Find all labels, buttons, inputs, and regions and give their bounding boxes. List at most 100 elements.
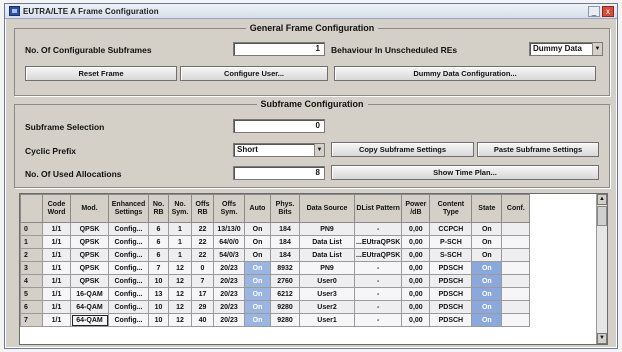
show-time-plan-button[interactable]: Show Time Plan...: [331, 165, 599, 180]
cell-num-sym[interactable]: 1: [168, 235, 192, 249]
cell-data-source[interactable]: User3: [299, 287, 355, 301]
cell-content-type[interactable]: P-SCH: [429, 235, 473, 249]
cell-state[interactable]: On: [471, 248, 503, 262]
cell-auto[interactable]: On: [244, 287, 271, 301]
cell-power[interactable]: 0,00: [401, 313, 431, 327]
cell-content-type[interactable]: PDSCH: [429, 261, 473, 275]
cell-code-word[interactable]: 1/1: [42, 222, 71, 236]
cell-conf[interactable]: [501, 222, 531, 236]
copy-subframe-button[interactable]: Copy Subframe Settings: [331, 142, 474, 157]
cell-num-rb[interactable]: 10: [148, 300, 169, 314]
cell-power[interactable]: 0,00: [401, 222, 431, 236]
behaviour-select[interactable]: Dummy Data ▼: [529, 42, 603, 56]
cell-content-type[interactable]: PDSCH: [429, 300, 473, 314]
cell-data-source[interactable]: User2: [299, 300, 355, 314]
cell-offs-rb[interactable]: 29: [191, 300, 214, 314]
configure-user-button[interactable]: Configure User...: [180, 66, 328, 81]
cell-data-source[interactable]: User0: [299, 274, 355, 288]
cell-offs-rb[interactable]: 17: [191, 287, 214, 301]
subframe-selection-field[interactable]: 0: [233, 119, 325, 133]
cell-num-sym[interactable]: 1: [168, 222, 192, 236]
table-row[interactable]: 6 1/1 64-QAM Config... 10 12 29 20/23 On 9280 User…: [20, 300, 531, 314]
cell-power[interactable]: 0,00: [401, 235, 431, 249]
cell-content-type[interactable]: PDSCH: [429, 274, 473, 288]
cell-offs-rb[interactable]: 22: [191, 222, 214, 236]
cell-phys-bits[interactable]: 8932: [270, 261, 300, 275]
cell-data-source[interactable]: User1: [299, 313, 355, 327]
cell-num-rb[interactable]: 6: [148, 222, 169, 236]
table-row[interactable]: 4 1/1 QPSK Config... 10 12 7 20/23 On 2760 User0-0…: [20, 274, 531, 288]
cell-auto[interactable]: On: [244, 222, 271, 236]
cell-auto[interactable]: On: [244, 313, 271, 327]
minimize-button[interactable]: _: [588, 6, 600, 17]
cell-data-source[interactable]: PN9: [299, 222, 355, 236]
cell-conf[interactable]: [501, 287, 531, 301]
cell-offs-sym[interactable]: 64/0/0: [213, 235, 245, 249]
cell-state[interactable]: On: [471, 222, 503, 236]
cell-num-sym[interactable]: 1: [168, 248, 192, 262]
used-allocations-field[interactable]: 8: [233, 166, 325, 180]
cell-num-sym[interactable]: 12: [168, 287, 192, 301]
cell-state[interactable]: On: [471, 287, 503, 301]
cell-modulation[interactable]: QPSK: [70, 274, 109, 288]
scroll-up-icon[interactable]: ▲: [597, 194, 607, 205]
cell-enhanced-settings[interactable]: Config...: [108, 248, 149, 262]
cell-auto[interactable]: On: [244, 261, 271, 275]
cyclic-prefix-select[interactable]: Short ▼: [233, 143, 325, 157]
cell-state[interactable]: On: [471, 300, 503, 314]
cell-conf[interactable]: [501, 261, 531, 275]
cell-num-sym[interactable]: 12: [168, 300, 192, 314]
cell-phys-bits[interactable]: 2760: [270, 274, 300, 288]
cell-auto[interactable]: On: [244, 248, 271, 262]
cell-enhanced-settings[interactable]: Config...: [108, 313, 149, 327]
cell-conf[interactable]: [501, 248, 531, 262]
cell-offs-sym[interactable]: 20/23: [213, 274, 245, 288]
cell-dlist-pattern[interactable]: -: [353, 261, 403, 275]
cell-offs-rb[interactable]: 40: [191, 313, 214, 327]
cell-modulation[interactable]: QPSK: [70, 222, 109, 236]
cell-num-rb[interactable]: 6: [148, 235, 169, 249]
cell-auto[interactable]: On: [244, 274, 271, 288]
cell-offs-sym[interactable]: 54/0/3: [213, 248, 245, 262]
cell-num-sym[interactable]: 12: [168, 274, 192, 288]
table-row[interactable]: 1 1/1 QPSK Config... 6 1 22 64/0/0 On 184 Data Lis…: [20, 235, 531, 249]
cell-offs-rb[interactable]: 7: [191, 274, 214, 288]
cell-conf[interactable]: [501, 300, 531, 314]
table-row[interactable]: 0 1/1 QPSK Config... 6 1 22 13/13/0 On 184 PN9-0,0…: [20, 222, 531, 236]
cell-dlist-pattern[interactable]: -: [353, 287, 403, 301]
paste-subframe-button[interactable]: Paste Subframe Settings: [477, 142, 599, 157]
cell-auto[interactable]: On: [244, 235, 271, 249]
cell-data-source[interactable]: Data List: [299, 235, 355, 249]
cell-offs-rb[interactable]: 0: [191, 261, 214, 275]
table-row[interactable]: 7 1/1 64-QAM Config... 10 12 40 20/23 On 9280 User…: [20, 313, 531, 327]
cell-power[interactable]: 0,00: [401, 274, 431, 288]
cell-modulation[interactable]: 64-QAM: [70, 313, 109, 327]
cell-num-rb[interactable]: 10: [148, 313, 169, 327]
cell-modulation[interactable]: 64-QAM: [70, 300, 109, 314]
cell-num-rb[interactable]: 13: [148, 287, 169, 301]
cell-offs-sym[interactable]: 20/23: [213, 261, 245, 275]
cell-state[interactable]: On: [471, 313, 503, 327]
vertical-scrollbar[interactable]: ▲ ▼: [596, 194, 607, 344]
cell-power[interactable]: 0,00: [401, 248, 431, 262]
reset-frame-button[interactable]: Reset Frame: [25, 66, 177, 81]
cell-dlist-pattern[interactable]: ...EUtraQPSK: [353, 248, 403, 262]
cell-phys-bits[interactable]: 9280: [270, 313, 300, 327]
scroll-thumb[interactable]: [597, 206, 607, 226]
table-row[interactable]: 5 1/1 16-QAM Config... 13 12 17 20/23 On 6212 User…: [20, 287, 531, 301]
cell-offs-sym[interactable]: 20/23: [213, 313, 245, 327]
cell-phys-bits[interactable]: 184: [270, 248, 300, 262]
cell-num-sym[interactable]: 12: [168, 313, 192, 327]
cell-state[interactable]: On: [471, 261, 503, 275]
cell-phys-bits[interactable]: 184: [270, 235, 300, 249]
cell-enhanced-settings[interactable]: Config...: [108, 300, 149, 314]
cell-code-word[interactable]: 1/1: [42, 261, 71, 275]
cell-power[interactable]: 0,00: [401, 300, 431, 314]
cell-conf[interactable]: [501, 274, 531, 288]
cell-state[interactable]: On: [471, 274, 503, 288]
cell-enhanced-settings[interactable]: Config...: [108, 287, 149, 301]
cell-modulation[interactable]: QPSK: [70, 261, 109, 275]
cell-modulation[interactable]: QPSK: [70, 235, 109, 249]
dummy-data-config-button[interactable]: Dummy Data Configuration...: [334, 66, 596, 81]
cell-content-type[interactable]: S-SCH: [429, 248, 473, 262]
